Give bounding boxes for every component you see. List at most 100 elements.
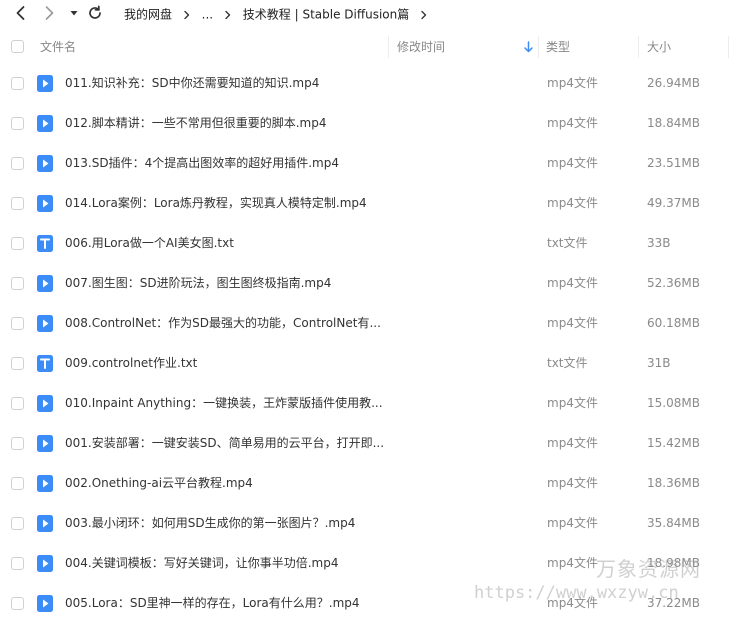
file-size: 33B [647,236,671,250]
file-name[interactable]: 004.关键词模板：写好关键词，让你事半功倍.mp4 [65,543,385,583]
file-row[interactable]: 008.ControlNet：作为SD最强大的功能，ControlNet有...… [0,303,745,343]
file-row[interactable]: 010.Inpaint Anything：一键换装，王炸蒙版插件使用教... m… [0,383,745,423]
row-checkbox[interactable] [11,357,24,370]
file-row[interactable]: 001.安装部署：一键安装SD、简单易用的云平台，打开即... mp4文件 15… [0,423,745,463]
row-checkbox[interactable] [11,277,24,290]
file-size: 23.51MB [647,156,700,170]
file-name[interactable]: 006.用Lora做一个AI美女图.txt [65,223,385,263]
refresh-icon[interactable] [86,4,104,22]
file-type: mp4文件 [547,316,598,330]
file-type: mp4文件 [547,76,598,90]
select-all-checkbox[interactable] [11,40,24,53]
navigation-bar: 我的网盘 ... 技术教程 | Stable Diffusion篇 [0,0,745,28]
file-row[interactable]: 013.SD插件：4个提高出图效率的超好用插件.mp4 mp4文件 23.51M… [0,143,745,183]
file-name[interactable]: 010.Inpaint Anything：一键换装，王炸蒙版插件使用教... [65,383,385,423]
video-file-icon [37,475,53,492]
row-checkbox[interactable] [11,117,24,130]
text-file-icon [37,235,53,252]
file-row[interactable]: 004.关键词模板：写好关键词，让你事半功倍.mp4 mp4文件 18.98MB [0,543,745,583]
file-size: 15.42MB [647,436,700,450]
file-row[interactable]: 012.脚本精讲：一些不常用但很重要的脚本.mp4 mp4文件 18.84MB [0,103,745,143]
file-type: txt文件 [547,236,588,250]
video-file-icon [37,555,53,572]
file-name[interactable]: 008.ControlNet：作为SD最强大的功能，ControlNet有... [65,303,385,343]
history-dropdown-icon[interactable] [67,6,81,20]
row-checkbox[interactable] [11,397,24,410]
column-divider[interactable] [728,36,729,58]
file-name[interactable]: 012.脚本精讲：一些不常用但很重要的脚本.mp4 [65,103,385,143]
file-size: 18.36MB [647,476,700,490]
file-list-header: 文件名 修改时间 类型 大小 [0,32,745,62]
sort-descending-icon[interactable] [523,41,534,53]
row-checkbox[interactable] [11,317,24,330]
file-size: 15.08MB [647,396,700,410]
file-type: mp4文件 [547,396,598,410]
file-size: 52.36MB [647,276,700,290]
column-divider[interactable] [638,36,639,58]
row-checkbox[interactable] [11,597,24,610]
row-checkbox[interactable] [11,477,24,490]
file-row[interactable]: 002.Onething-ai云平台教程.mp4 mp4文件 18.36MB [0,463,745,503]
file-type: mp4文件 [547,156,598,170]
file-row[interactable]: 007.图生图：SD进阶玩法，图生图终极指南.mp4 mp4文件 52.36MB [0,263,745,303]
file-size: 26.94MB [647,76,700,90]
video-file-icon [37,315,53,332]
breadcrumb-separator-icon [225,10,231,19]
column-header-name[interactable]: 文件名 [40,32,76,62]
video-file-icon [37,155,53,172]
file-type: mp4文件 [547,596,598,610]
video-file-icon [37,195,53,212]
file-type: mp4文件 [547,116,598,130]
file-size: 49.37MB [647,196,700,210]
breadcrumb-item-root[interactable]: 我的网盘 [124,8,172,22]
text-file-icon [37,355,53,372]
file-row[interactable]: 005.Lora：SD里神一样的存在，Lora有什么用？.mp4 mp4文件 3… [0,583,745,623]
file-size: 18.98MB [647,556,700,570]
file-name[interactable]: 005.Lora：SD里神一样的存在，Lora有什么用？.mp4 [65,583,385,623]
file-row[interactable]: 009.controlnet作业.txt txt文件 31B [0,343,745,383]
file-name[interactable]: 001.安装部署：一键安装SD、简单易用的云平台，打开即... [65,423,385,463]
file-name[interactable]: 009.controlnet作业.txt [65,343,385,383]
file-type: mp4文件 [547,476,598,490]
file-name[interactable]: 011.知识补充：SD中你还需要知道的知识.mp4 [65,63,385,103]
file-type: txt文件 [547,356,588,370]
file-type: mp4文件 [547,556,598,570]
breadcrumb-item-ellipsis[interactable]: ... [202,8,213,22]
file-row[interactable]: 014.Lora案例：Lora炼丹教程，实现真人模特定制.mp4 mp4文件 4… [0,183,745,223]
file-row[interactable]: 003.最小闭环：如何用SD生成你的第一张图片？.mp4 mp4文件 35.84… [0,503,745,543]
breadcrumb-expand-icon[interactable] [419,10,429,20]
column-header-type[interactable]: 类型 [546,32,570,62]
file-size: 18.84MB [647,116,700,130]
video-file-icon [37,115,53,132]
row-checkbox[interactable] [11,197,24,210]
row-checkbox[interactable] [11,437,24,450]
video-file-icon [37,275,53,292]
row-checkbox[interactable] [11,77,24,90]
file-name[interactable]: 007.图生图：SD进阶玩法，图生图终极指南.mp4 [65,263,385,303]
file-size: 60.18MB [647,316,700,330]
row-checkbox[interactable] [11,517,24,530]
row-checkbox[interactable] [11,237,24,250]
file-row[interactable]: 011.知识补充：SD中你还需要知道的知识.mp4 mp4文件 26.94MB [0,63,745,103]
file-name[interactable]: 014.Lora案例：Lora炼丹教程，实现真人模特定制.mp4 [65,183,385,223]
file-name[interactable]: 002.Onething-ai云平台教程.mp4 [65,463,385,503]
breadcrumb: 我的网盘 ... 技术教程 | Stable Diffusion篇 [124,4,435,24]
video-file-icon [37,515,53,532]
file-type: mp4文件 [547,276,598,290]
file-name[interactable]: 003.最小闭环：如何用SD生成你的第一张图片？.mp4 [65,503,385,543]
forward-arrow-icon[interactable] [40,4,58,22]
video-file-icon [37,435,53,452]
column-header-modified[interactable]: 修改时间 [397,32,445,62]
column-header-size[interactable]: 大小 [647,32,671,62]
file-size: 35.84MB [647,516,700,530]
back-arrow-icon[interactable] [12,4,30,22]
video-file-icon [37,395,53,412]
breadcrumb-item-current[interactable]: 技术教程 | Stable Diffusion篇 [243,8,409,22]
column-divider[interactable] [388,36,389,58]
file-row[interactable]: 006.用Lora做一个AI美女图.txt txt文件 33B [0,223,745,263]
file-size: 37.22MB [647,596,700,610]
column-divider[interactable] [538,36,539,58]
row-checkbox[interactable] [11,157,24,170]
row-checkbox[interactable] [11,557,24,570]
file-name[interactable]: 013.SD插件：4个提高出图效率的超好用插件.mp4 [65,143,385,183]
